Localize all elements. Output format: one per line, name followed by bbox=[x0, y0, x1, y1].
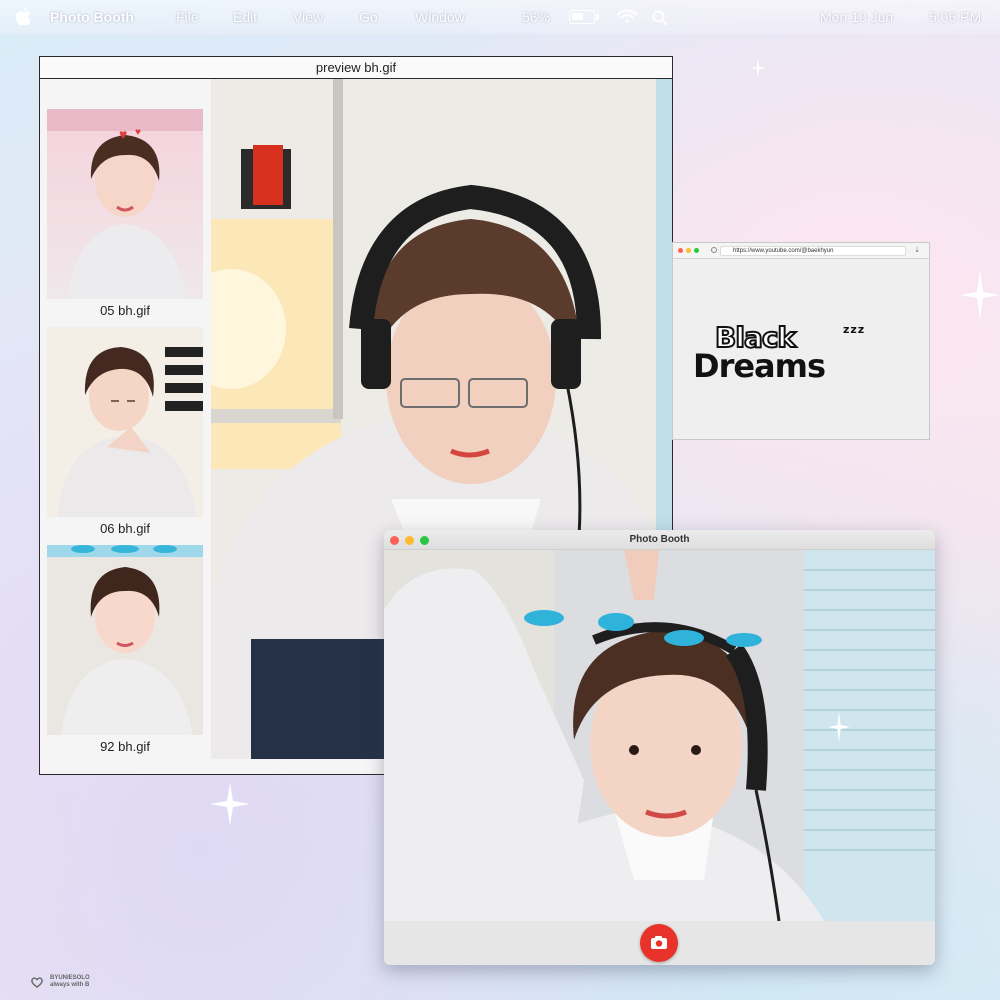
thumbnail-image[interactable] bbox=[47, 327, 203, 517]
minimize-button[interactable] bbox=[405, 536, 414, 545]
thumbnail-06[interactable]: 06 bh.gif bbox=[47, 327, 203, 536]
photo-booth-title: Photo Booth bbox=[629, 534, 690, 545]
menu-file[interactable]: File bbox=[176, 9, 199, 25]
thumbnail-caption: 92 bh.gif bbox=[100, 739, 150, 754]
heart-icon bbox=[31, 977, 43, 988]
watermark-line2: always with B bbox=[50, 982, 90, 988]
thumbnail-image[interactable]: ♥ ♥ bbox=[47, 109, 203, 299]
battery-icon[interactable] bbox=[569, 10, 599, 24]
menu-bar: Photo Booth File Edit View Go Window 56%… bbox=[0, 0, 1000, 34]
watermark-line1: BYUNIESOLO bbox=[50, 975, 90, 981]
wifi-icon[interactable] bbox=[616, 9, 638, 25]
camera-preview bbox=[384, 550, 935, 921]
battery-percent: 56% bbox=[522, 9, 551, 25]
sparkle-icon bbox=[960, 270, 1000, 320]
menu-go[interactable]: Go bbox=[359, 9, 378, 25]
menu-window[interactable]: Window bbox=[415, 9, 465, 25]
url-field[interactable]: https://www.youtube.com/@baekhyun bbox=[720, 246, 906, 256]
sparkle-icon bbox=[750, 58, 766, 78]
browser-toolbar: https://www.youtube.com/@baekhyun ⇣ bbox=[673, 243, 929, 259]
menu-date[interactable]: Mon 10 Jun bbox=[820, 9, 893, 25]
thumbnail-caption: 06 bh.gif bbox=[100, 521, 150, 536]
photo-booth-titlebar[interactable]: Photo Booth bbox=[384, 530, 935, 550]
maximize-button[interactable] bbox=[420, 536, 429, 545]
download-icon[interactable]: ⇣ bbox=[914, 247, 920, 254]
logo-zzz: zzz bbox=[843, 323, 866, 336]
menu-time[interactable]: 5:06 PM bbox=[929, 9, 981, 25]
thumbnail-05[interactable]: ♥ ♥ 05 bh.gif bbox=[47, 109, 203, 318]
apple-icon[interactable] bbox=[14, 6, 32, 26]
photo-booth-toolbar bbox=[384, 921, 935, 965]
menu-view[interactable]: View bbox=[293, 9, 323, 25]
thumbnail-image[interactable] bbox=[47, 545, 203, 735]
thumbnail-92[interactable]: 92 bh.gif bbox=[47, 545, 203, 754]
menu-app-name[interactable]: Photo Booth bbox=[50, 9, 134, 25]
maximize-button[interactable] bbox=[694, 248, 699, 253]
search-icon[interactable] bbox=[652, 10, 668, 26]
close-button[interactable] bbox=[390, 536, 399, 545]
sparkle-icon bbox=[210, 782, 250, 826]
thumbnail-caption: 05 bh.gif bbox=[100, 303, 150, 318]
url-text: https://www.youtube.com/@baekhyun bbox=[733, 248, 834, 254]
svg-text:♥: ♥ bbox=[119, 126, 127, 142]
camera-icon bbox=[651, 936, 667, 949]
black-dreams-logo: Black Dreams zzz bbox=[693, 320, 893, 391]
svg-text:♥: ♥ bbox=[135, 127, 141, 138]
reload-icon[interactable] bbox=[711, 247, 717, 253]
minimize-button[interactable] bbox=[686, 248, 691, 253]
preview-window-title[interactable]: preview bh.gif bbox=[40, 57, 672, 79]
photo-booth-window[interactable]: Photo Booth bbox=[384, 530, 935, 965]
take-photo-button[interactable] bbox=[640, 924, 678, 962]
sparkle-icon bbox=[828, 712, 850, 742]
close-button[interactable] bbox=[678, 248, 683, 253]
logo-line-dreams: Dreams bbox=[693, 347, 826, 385]
menu-edit[interactable]: Edit bbox=[233, 9, 257, 25]
browser-window[interactable]: https://www.youtube.com/@baekhyun ⇣ Blac… bbox=[672, 242, 930, 440]
moon-icon bbox=[750, 134, 774, 171]
